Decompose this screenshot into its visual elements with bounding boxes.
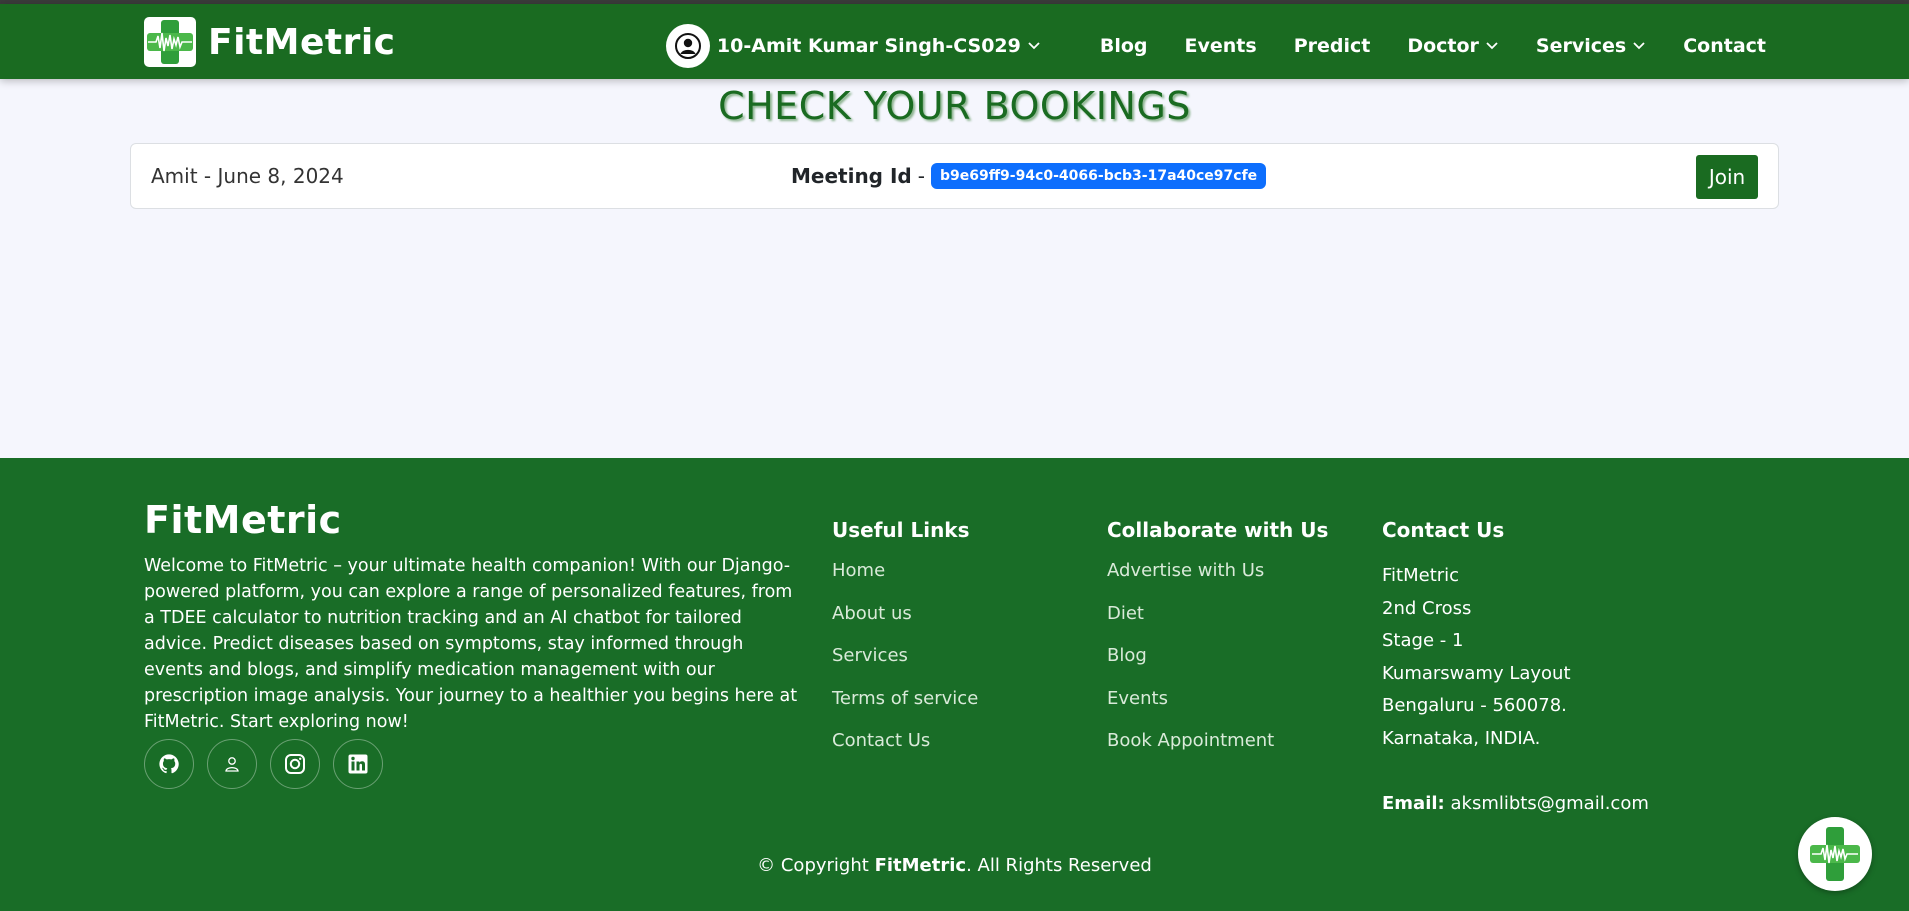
contact-line: FitMetric xyxy=(1382,565,1460,586)
join-button[interactable]: Join xyxy=(1696,155,1758,199)
logo-icon xyxy=(144,17,196,67)
nav-blog[interactable]: Blog xyxy=(1100,35,1148,57)
nav-services-label: Services xyxy=(1535,34,1627,57)
meeting-info: Meeting Id - b9e69ff9-94c0-4066-bcb3-17a… xyxy=(791,163,1267,189)
meeting-id-label: Meeting Id xyxy=(791,164,912,188)
contact-line: Bengaluru - 560078. xyxy=(1382,695,1567,717)
user-menu[interactable]: 10-Amit Kumar Singh-CS029 xyxy=(665,23,1041,68)
brand-name: FitMetric xyxy=(208,21,396,63)
footer-link-blog[interactable]: Blog xyxy=(1107,645,1328,688)
meeting-separator: - xyxy=(917,164,925,188)
email-label: Email: xyxy=(1382,792,1445,814)
nav-doctor-label: Doctor xyxy=(1407,34,1479,57)
footer-link-about[interactable]: About us xyxy=(832,603,978,646)
footer-link-contact[interactable]: Contact Us xyxy=(832,730,978,773)
footer-link-terms[interactable]: Terms of service xyxy=(832,688,978,731)
booking-card: Amit - June 8, 2024 Meeting Id - b9e69ff… xyxy=(130,143,1779,209)
copyright-prefix: © Copyright xyxy=(757,855,869,876)
contact-address: FitMetric 2nd Cross Stage - 1 Kumarswamy… xyxy=(1382,565,1649,761)
nav-menu: 10-Amit Kumar Singh-CS029 Blog Events Pr… xyxy=(665,8,1766,83)
instagram-icon[interactable] xyxy=(270,739,320,789)
contact-line: Kumarswamy Layout xyxy=(1382,662,1571,684)
github-icon[interactable] xyxy=(144,739,194,789)
nav-predict[interactable]: Predict xyxy=(1294,35,1371,57)
user-name: 10-Amit Kumar Singh-CS029 xyxy=(716,34,1021,57)
contact-line: Stage - 1 xyxy=(1382,630,1464,652)
copyright-suffix: . All Rights Reserved xyxy=(966,855,1152,876)
user-avatar-icon xyxy=(665,23,710,68)
copyright: © Copyright FitMetric. All Rights Reserv… xyxy=(0,855,1909,876)
contact-email: Email: aksmlibts@gmail.com xyxy=(1382,793,1649,814)
contact-column: Contact Us FitMetric 2nd Cross Stage - 1… xyxy=(1382,518,1649,814)
nav-events[interactable]: Events xyxy=(1185,35,1257,57)
footer-link-advertise[interactable]: Advertise with Us xyxy=(1107,560,1328,603)
contact-line: 2nd Cross xyxy=(1382,597,1472,619)
footer-brand: FitMetric xyxy=(144,498,342,542)
social-links xyxy=(144,739,396,789)
meeting-id-badge: b9e69ff9-94c0-4066-bcb3-17a40ce97cfe xyxy=(930,163,1267,189)
copyright-brand: FitMetric xyxy=(874,855,967,876)
nav-doctor[interactable]: Doctor xyxy=(1407,35,1499,57)
footer-link-events[interactable]: Events xyxy=(1107,688,1328,731)
collaborate-column: Collaborate with Us Advertise with Us Di… xyxy=(1107,518,1328,773)
nav-services[interactable]: Services xyxy=(1536,35,1646,57)
useful-links-title: Useful Links xyxy=(832,518,970,542)
nav-contact[interactable]: Contact xyxy=(1683,35,1766,57)
footer-link-book-appointment[interactable]: Book Appointment xyxy=(1107,730,1328,773)
linkedin-icon[interactable] xyxy=(333,739,383,789)
booking-name-date: Amit - June 8, 2024 xyxy=(151,164,344,188)
collaborate-title: Collaborate with Us xyxy=(1107,518,1329,542)
footer-link-diet[interactable]: Diet xyxy=(1107,603,1328,646)
chatbot-launcher-icon[interactable] xyxy=(1798,817,1872,891)
useful-links-column: Useful Links Home About us Services Term… xyxy=(832,518,978,773)
chevron-down-icon xyxy=(1486,41,1498,49)
contact-title: Contact Us xyxy=(1382,518,1505,542)
page-title: CHECK YOUR BOOKINGS xyxy=(718,84,1191,128)
brand[interactable]: FitMetric xyxy=(144,17,396,67)
contact-line: Karnataka, INDIA. xyxy=(1382,727,1541,749)
navbar: FitMetric 10-Amit Kumar Singh-CS029 Blog… xyxy=(0,4,1909,79)
chevron-down-icon xyxy=(1633,41,1645,49)
chevron-down-icon xyxy=(1028,41,1040,49)
footer-link-home[interactable]: Home xyxy=(832,560,978,603)
footer-link-services[interactable]: Services xyxy=(832,645,978,688)
person-icon[interactable] xyxy=(207,739,257,789)
footer-about-text: Welcome to FitMetric – your ultimate hea… xyxy=(144,556,798,732)
email-value[interactable]: aksmlibts@gmail.com xyxy=(1450,793,1648,814)
footer: FitMetric Welcome to FitMetric – your ul… xyxy=(0,458,1909,911)
